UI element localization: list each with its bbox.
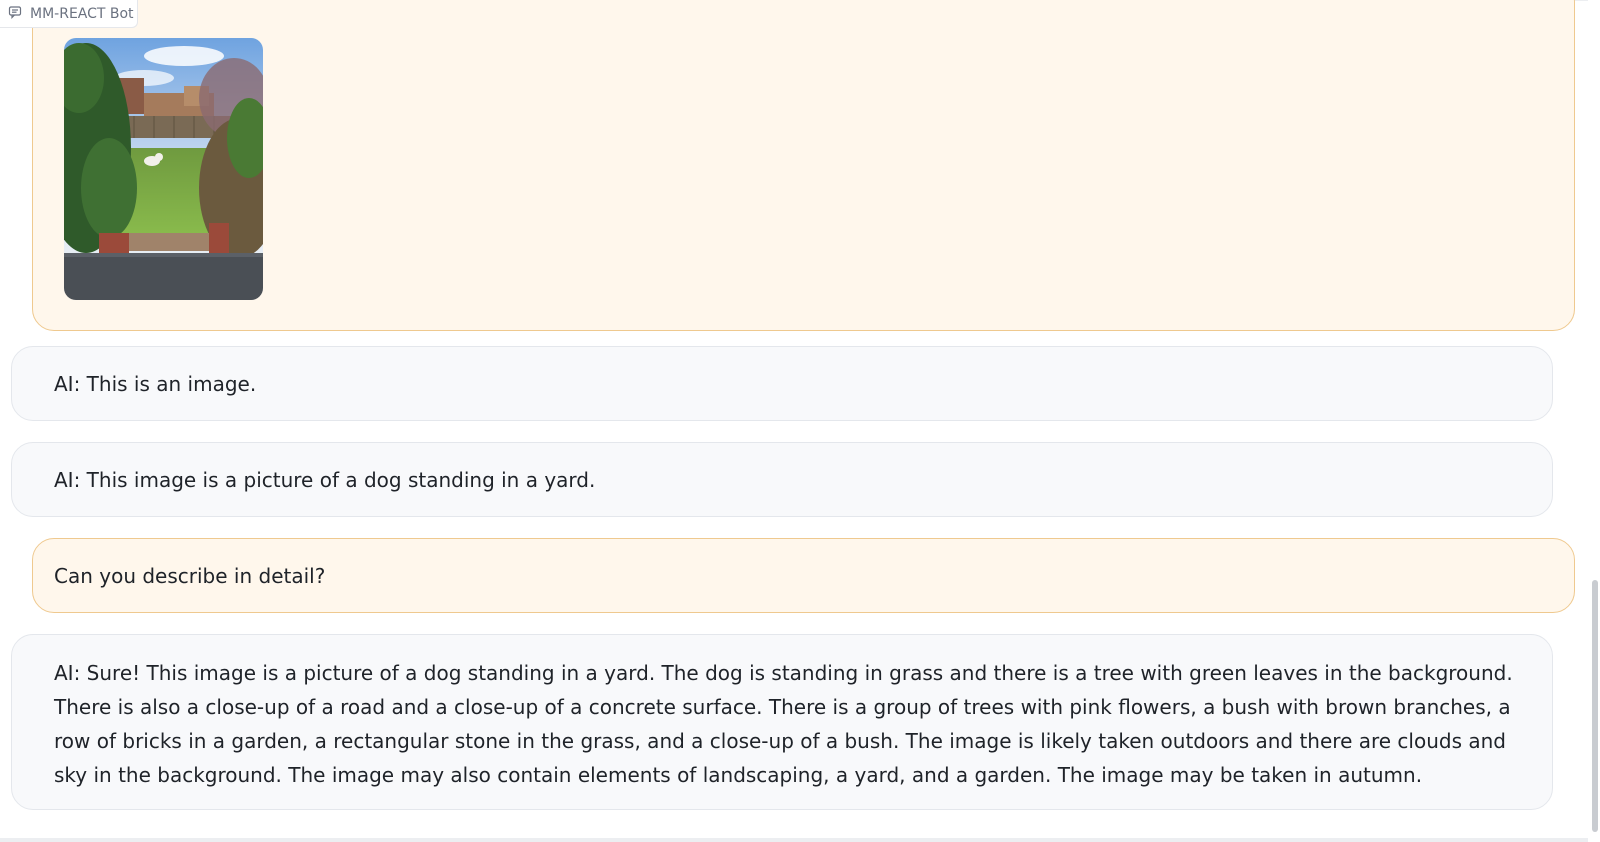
- scrollbar[interactable]: [1588, 0, 1600, 842]
- bot-message-2: AI: This image is a picture of a dog sta…: [11, 442, 1553, 517]
- user-message-image: [32, 0, 1575, 331]
- chatbot-label: MM-REACT Bot: [0, 0, 138, 28]
- bot-message-text: AI: This image is a picture of a dog sta…: [54, 467, 596, 492]
- bottom-divider: [0, 838, 1588, 842]
- user-message-text: Can you describe in detail?: [32, 538, 1575, 613]
- bot-message-text: AI: This is an image.: [54, 371, 257, 396]
- chat-icon: [8, 5, 22, 23]
- uploaded-photo[interactable]: [64, 38, 263, 300]
- chat-scroll-area[interactable]: AI: This is an image. AI: This image is …: [0, 0, 1588, 842]
- scrollbar-thumb[interactable]: [1592, 580, 1598, 832]
- bot-message-1: AI: This is an image.: [11, 346, 1553, 421]
- chatbot-label-text: MM-REACT Bot: [30, 5, 134, 22]
- user-message-label: Can you describe in detail?: [54, 563, 326, 588]
- chatbot-frame: AI: This is an image. AI: This image is …: [0, 0, 1600, 842]
- bot-message-3: AI: Sure! This image is a picture of a d…: [11, 634, 1553, 810]
- bot-message-text: AI: Sure! This image is a picture of a d…: [54, 661, 1513, 787]
